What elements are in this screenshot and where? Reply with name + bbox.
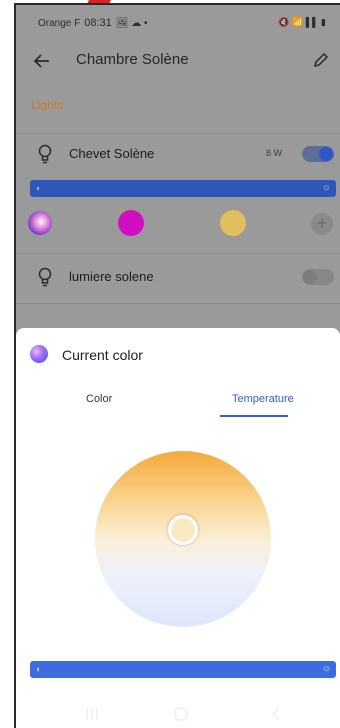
status-right-icons: 🔇 📶 ▌▌ ▮ [278, 17, 326, 28]
tab-temperature[interactable]: Temperature [232, 393, 294, 405]
color-bottom-sheet: Current color Color Temperature ◐ ☼ [16, 328, 340, 728]
recent-apps-icon[interactable] [84, 706, 100, 722]
toggle-knob [303, 270, 317, 284]
current-color-dot [30, 345, 48, 363]
add-color-button[interactable]: + [311, 213, 333, 235]
dim-icon: ◐ [36, 183, 42, 193]
page-title: Chambre Solène [76, 51, 189, 68]
light-row-chevet[interactable]: Chevet Solène 8 W [16, 134, 340, 174]
lightbulb-icon [38, 144, 52, 164]
sheet-title: Current color [62, 347, 143, 363]
divider [16, 303, 340, 304]
edit-pencil-icon[interactable] [312, 51, 332, 71]
carrier-label: Orange F [38, 17, 81, 29]
light-toggle-on[interactable] [302, 146, 334, 162]
custom-color-swatch[interactable] [28, 211, 52, 235]
color-swatch-warm[interactable] [220, 210, 246, 236]
sun-icon: ☼ [321, 663, 331, 674]
notification-icons: 🖼 ☁ • [115, 17, 148, 29]
status-left: Orange F 08:31 🖼 ☁ • [38, 17, 148, 29]
system-nav-bar [16, 700, 340, 728]
clock: 08:31 [84, 17, 112, 29]
light-row-lumiere[interactable]: lumiere solene [16, 257, 340, 297]
light-name: lumiere solene [69, 269, 154, 284]
home-icon[interactable] [173, 706, 189, 722]
system-icons: 🔇 📶 ▌▌ ▮ [278, 17, 326, 27]
status-bar: Orange F 08:31 🖼 ☁ • 🔇 📶 ▌▌ ▮ [16, 5, 340, 41]
back-arrow-icon[interactable] [32, 51, 52, 71]
toggle-knob [319, 147, 333, 161]
light-name: Chevet Solène [69, 146, 155, 161]
sheet-brightness-slider[interactable]: ◐ ☼ [30, 661, 336, 678]
sun-icon: ☼ [321, 182, 331, 193]
light-power: 8 W [265, 148, 282, 158]
color-picker-handle[interactable] [168, 515, 198, 545]
color-swatch-magenta[interactable] [118, 210, 144, 236]
brightness-slider[interactable]: ◐ ☼ [30, 180, 336, 197]
light-toggle-off[interactable] [302, 269, 334, 285]
back-nav-icon[interactable] [268, 706, 284, 722]
tab-indicator [220, 415, 288, 417]
app-header: Chambre Solène [16, 43, 340, 83]
divider [16, 253, 340, 254]
section-title-lights: Lights [31, 98, 64, 112]
dim-icon: ◐ [36, 664, 42, 674]
tab-color[interactable]: Color [86, 393, 112, 405]
lightbulb-icon [38, 267, 52, 287]
phone-screen: Orange F 08:31 🖼 ☁ • 🔇 📶 ▌▌ ▮ Chambre So… [14, 3, 340, 728]
